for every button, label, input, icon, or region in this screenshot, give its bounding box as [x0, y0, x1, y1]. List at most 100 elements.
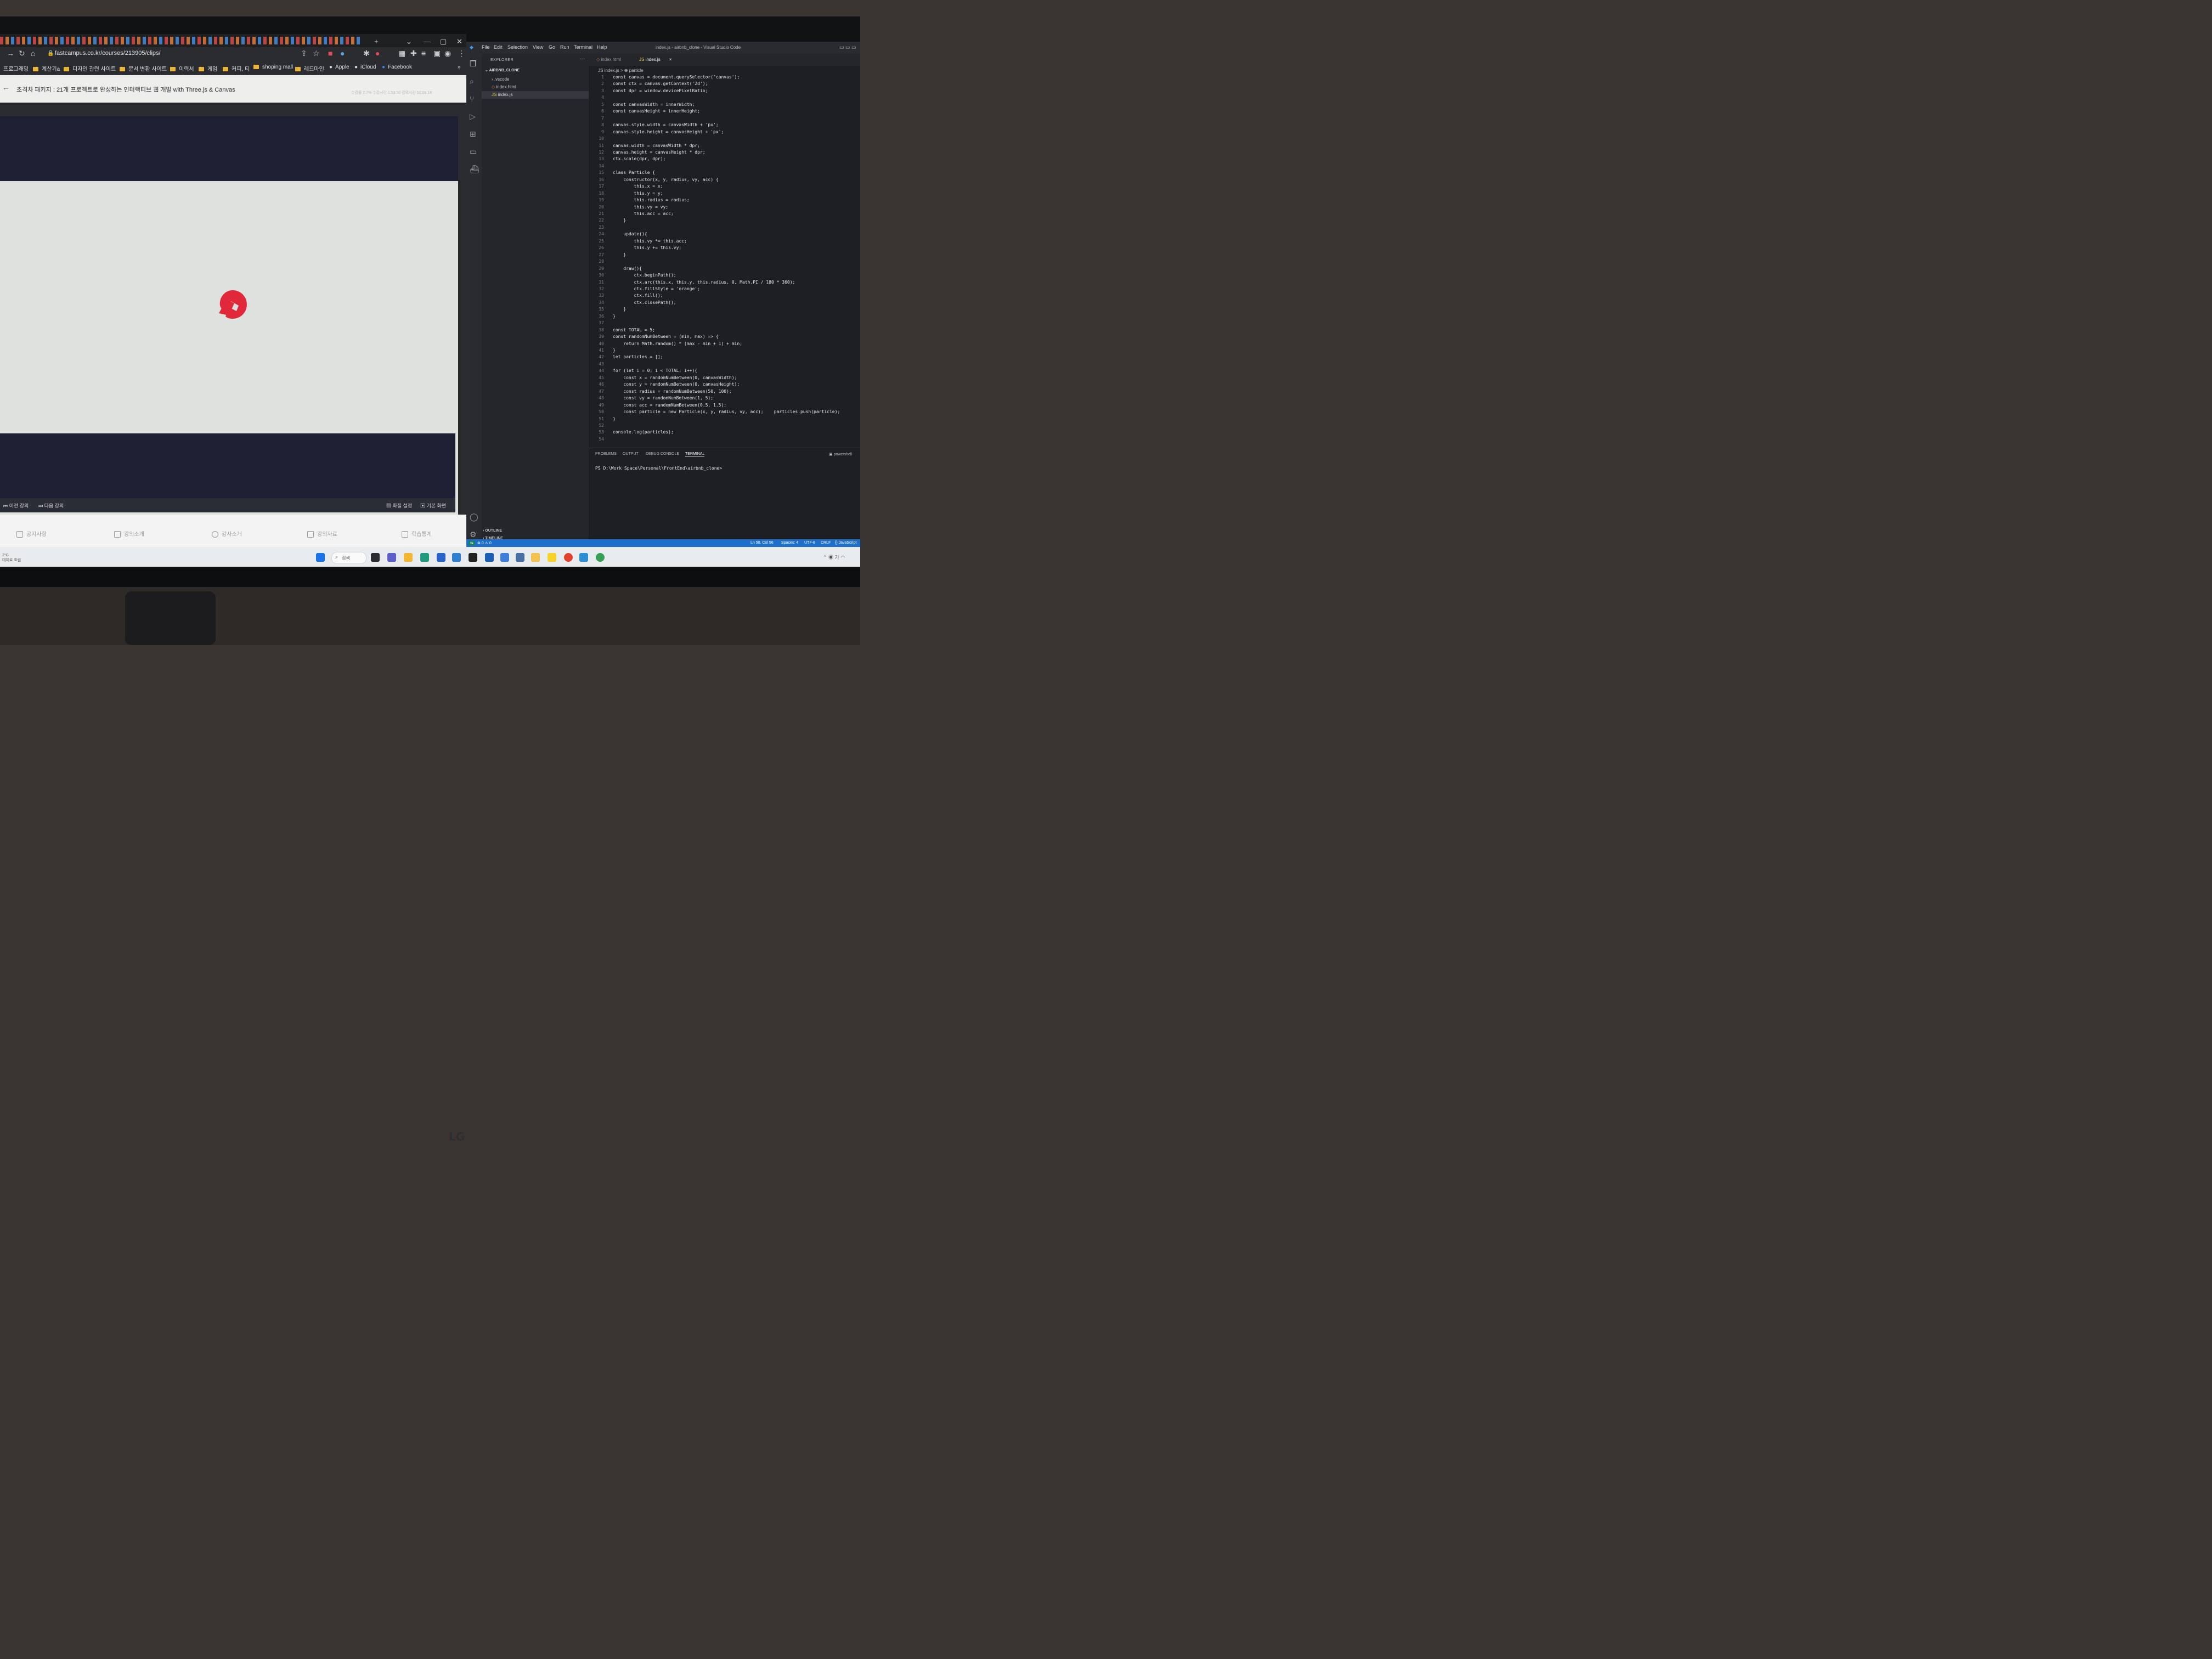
start-icon[interactable]	[316, 553, 325, 562]
code-line[interactable]: 16 constructor(x, y, radius, vy, acc) {	[589, 177, 718, 184]
back-arrow-icon[interactable]: ←	[2, 83, 10, 92]
task-view-icon[interactable]	[371, 553, 380, 562]
tab-notice[interactable]: 공지사항	[16, 529, 47, 538]
bookmark-item[interactable]: ● iCloud	[354, 64, 376, 70]
code-line[interactable]: 28	[589, 259, 613, 266]
menu-go[interactable]: Go	[549, 44, 555, 50]
maps-icon[interactable]	[485, 553, 494, 562]
code-line[interactable]: 7	[589, 116, 613, 122]
code-line[interactable]: 26 this.y += this.vy;	[589, 245, 681, 252]
remote-icon[interactable]	[500, 553, 509, 562]
tab-index-js[interactable]: JS index.js ×	[639, 57, 672, 62]
language-mode[interactable]: {} JavaScript	[835, 541, 856, 545]
bookmark-item[interactable]: 커피, 티	[223, 64, 250, 72]
code-line[interactable]: 49 const acc = randomNumBetween(0.5, 1.5…	[589, 403, 726, 409]
extensions-icon[interactable]: ⊞	[470, 129, 476, 139]
cursor-position[interactable]: Ln 50, Col 56	[751, 541, 774, 545]
bookmark-item[interactable]: 문서 변환 사이트	[120, 64, 167, 72]
code-line[interactable]: 12 canvas.height = canvasHeight * dpr;	[589, 150, 705, 156]
code-line[interactable]: 23	[589, 225, 613, 232]
code-line[interactable]: 52	[589, 423, 613, 430]
forward-icon[interactable]: →	[7, 49, 14, 58]
extension-icon[interactable]: ●	[340, 49, 345, 58]
kakaotalk-icon[interactable]	[548, 553, 556, 562]
code-line[interactable]: 15 class Particle {	[589, 170, 655, 177]
layout-icon[interactable]: ▭ ▭ ▭	[839, 44, 856, 50]
system-tray[interactable]: ⌃ ◉ 가 ◠	[823, 554, 845, 561]
code-line[interactable]: 6 const canvasHeight = innerHeight;	[589, 109, 700, 115]
code-line[interactable]: 27 }	[589, 252, 626, 259]
code-line[interactable]: 9 canvas.style.height = canvasHeight + 'p…	[589, 129, 724, 136]
share-icon[interactable]: ⇪	[301, 49, 307, 58]
bookmark-star-icon[interactable]: ☆	[313, 49, 320, 58]
tab-debug-console[interactable]: DEBUG CONSOLE	[646, 452, 679, 456]
sidepanel-icon[interactable]: ▣	[433, 49, 441, 58]
code-line[interactable]: 33 ctx.fill();	[589, 293, 663, 300]
gear-icon[interactable]: ⚙	[470, 530, 477, 539]
code-line[interactable]: 54	[589, 437, 613, 443]
encoding[interactable]: UTF-8	[804, 541, 815, 545]
remote-explorer-icon[interactable]: ▭	[470, 147, 477, 156]
bookmark-item[interactable]: 게임	[199, 64, 217, 72]
code-line[interactable]: 17 this.x = x;	[589, 184, 663, 190]
code-line[interactable]: 43	[589, 362, 613, 368]
tab-materials[interactable]: 강의자료	[307, 529, 337, 538]
app-icon[interactable]	[452, 553, 461, 562]
tab-course-intro[interactable]: 강의소개	[114, 529, 144, 538]
code-line[interactable]: 48 const vy = randomNumBetween(1, 5);	[589, 396, 713, 402]
tab-close-icon[interactable]: ×	[669, 57, 672, 62]
code-line[interactable]: 38 const TOTAL = 5;	[589, 328, 655, 334]
extension-icon[interactable]: ●	[375, 49, 380, 58]
code-line[interactable]: 8 canvas.style.width = canvasWidth + 'px'…	[589, 122, 718, 129]
url-field[interactable]: fastcampus.co.kr/courses/213905/clips/	[55, 50, 161, 57]
chat-icon[interactable]	[387, 553, 396, 562]
puzzle-icon[interactable]: ✚	[410, 49, 417, 58]
file-explorer-icon[interactable]	[404, 553, 413, 562]
home-icon[interactable]: ⌂	[31, 49, 35, 58]
source-control-icon[interactable]: ⑂	[470, 94, 474, 103]
avatar[interactable]: ◉	[444, 49, 451, 58]
code-line[interactable]: 4	[589, 95, 613, 101]
bookmark-item[interactable]: ● Apple	[329, 64, 349, 70]
weather-widget[interactable]: 2°C 대체로 흐림	[2, 554, 21, 563]
tab-strip[interactable]: + ⌄ — ▢ ✕	[0, 34, 466, 47]
code-line[interactable]: 1 const canvas = document.querySelector('…	[589, 75, 740, 81]
code-line[interactable]: 34 ctx.closePath();	[589, 300, 676, 307]
terminal-output[interactable]: PS D:\Work Space\Personal\FrontEnd\airbn…	[595, 466, 722, 471]
code-line[interactable]: 5 const canvasWidth = innerWidth;	[589, 102, 695, 109]
indentation[interactable]: Spaces: 4	[781, 541, 798, 545]
menu-view[interactable]: View	[533, 44, 543, 50]
code-line[interactable]: 47 const radius = randomNumBetween(50, 1…	[589, 389, 731, 396]
terminal-icon[interactable]	[469, 553, 477, 562]
code-line[interactable]: 24 update(){	[589, 232, 647, 238]
files-icon[interactable]: ❐	[470, 59, 477, 69]
code-line[interactable]: 45 const x = randomNumBetween(0, canvasW…	[589, 375, 737, 382]
bookmark-item[interactable]: 계산기a	[33, 64, 60, 72]
bookmark-item[interactable]: 프로그래밍	[3, 64, 29, 72]
extension-icon[interactable]: ▦	[398, 49, 405, 58]
code-line[interactable]: 13 ctx.scale(dpr, dpr);	[589, 156, 665, 163]
minimize-icon[interactable]: —	[424, 37, 431, 46]
bookmark-item[interactable]: ● Facebook	[382, 64, 412, 70]
chrome-profile-icon[interactable]	[596, 553, 605, 562]
tab-stats[interactable]: 학습통계	[402, 529, 432, 538]
tab-terminal[interactable]: TERMINAL	[685, 452, 705, 456]
code-line[interactable]: 18 this.y = y;	[589, 191, 663, 198]
code-line[interactable]: 31 ctx.arc(this.x, this.y, this.radius, …	[589, 280, 795, 286]
account-icon[interactable]: ◯	[470, 512, 478, 522]
taskbar-search[interactable]: ⌕ 검색	[331, 552, 366, 564]
video-player[interactable]: ⏮ 이전 강의 ⏭ 다음 강의 ▤ 화질 설정 ▣ 기본 화면	[0, 116, 458, 515]
code-line[interactable]: 14	[589, 163, 613, 170]
code-line[interactable]: 51}	[589, 416, 615, 423]
bookmark-item[interactable]: 레드마인	[295, 64, 324, 72]
search-icon[interactable]: ⌕	[470, 77, 474, 86]
code-line[interactable]: 29 draw(){	[589, 266, 642, 273]
code-line[interactable]: 46 const y = randomNumBetween(0, canvasH…	[589, 382, 740, 388]
code-line[interactable]: 25 this.vy *= this.acc;	[589, 239, 687, 245]
code-line[interactable]: 40 return Math.random() * (max - min + 1…	[589, 341, 742, 348]
menu-edit[interactable]: Edit	[494, 44, 503, 50]
code-line[interactable]: 2 const ctx = canvas.getContext('2d');	[589, 81, 708, 88]
code-line[interactable]: 37	[589, 320, 613, 327]
prev-lecture-button[interactable]: ⏮ 이전 강의	[3, 502, 29, 509]
code-line[interactable]: 20 this.vy = vy;	[589, 205, 668, 211]
